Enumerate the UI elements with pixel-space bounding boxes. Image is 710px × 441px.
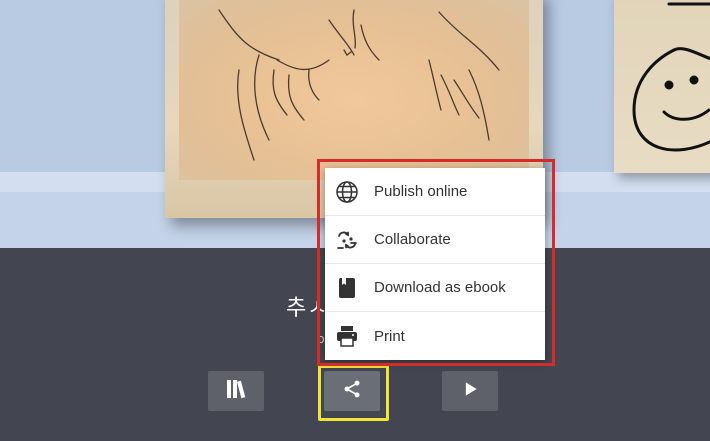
- book-subtitle: ɔ: [318, 331, 325, 346]
- ebook-icon: [335, 276, 359, 300]
- book-cover-side[interactable]: [614, 0, 710, 173]
- menu-item-label: Publish online: [374, 183, 468, 200]
- menu-item-print[interactable]: Print: [325, 312, 545, 360]
- menu-item-label: Collaborate: [374, 231, 451, 248]
- globe-icon: [335, 180, 359, 204]
- share-menu: Publish online Collaborate Download as e…: [325, 168, 545, 360]
- menu-item-publish-online[interactable]: Publish online: [325, 168, 545, 216]
- menu-item-label: Download as ebook: [374, 279, 506, 296]
- play-button[interactable]: [442, 371, 498, 411]
- collaborate-icon: [335, 228, 359, 252]
- library-icon: [224, 377, 248, 406]
- library-button[interactable]: [208, 371, 264, 411]
- book-cover-illustration: [179, 0, 529, 180]
- menu-item-label: Print: [374, 327, 405, 345]
- book-title: 추ㅅ: [286, 295, 329, 320]
- menu-item-collaborate[interactable]: Collaborate: [325, 216, 545, 264]
- share-icon: [342, 379, 362, 404]
- play-icon: [460, 379, 480, 404]
- doodle-drawing: [632, 2, 710, 152]
- printer-icon: [335, 324, 359, 348]
- menu-item-download-ebook[interactable]: Download as ebook: [325, 264, 545, 312]
- sketch-drawing: [218, 9, 500, 161]
- share-button[interactable]: [324, 371, 380, 411]
